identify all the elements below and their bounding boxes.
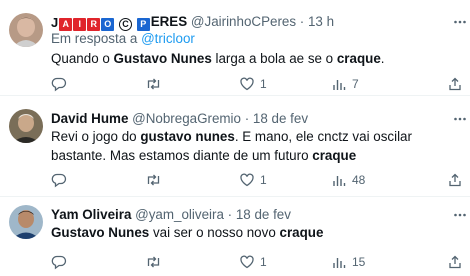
retweet-button[interactable] [145,74,167,94]
separator-dot: · [299,14,305,29]
text-run-bold: Gustavo Nunes [113,51,212,66]
tweet-2[interactable]: David Hume @NobregaGremio · 18 de fev Re… [0,96,470,196]
like-count: 1 [260,255,267,269]
views-count: 7 [352,77,359,91]
share-button[interactable] [447,252,463,272]
retweet-button[interactable] [145,252,167,272]
reply-icon [51,173,67,188]
views-bar-chart-icon [333,80,346,90]
avatar[interactable] [9,13,43,47]
heart-icon [240,255,254,269]
like-button[interactable]: 1 [239,252,267,272]
timestamp[interactable]: 18 de fev [253,111,308,126]
name-letter-badge: C [118,18,132,31]
retweet-icon [147,78,160,90]
like-count: 1 [260,173,267,187]
separator-dot: · [244,111,250,126]
like-button[interactable]: 1 [239,74,267,94]
views-count: 15 [352,255,366,269]
more-icon[interactable] [453,15,467,29]
views-bar-chart-icon [333,258,346,268]
heart-icon [240,173,254,187]
reply-button[interactable] [51,74,72,94]
action-bar: 1 15 [51,252,463,272]
text-run: vai ser o nosso novo [149,225,280,240]
tweet-text: Quando o Gustavo Nunes larga a bola ae s… [51,49,463,68]
tweet-text: Gustavo Nunes vai ser o nosso novo craqu… [51,223,463,242]
avatar[interactable] [9,205,43,239]
share-button[interactable] [447,74,463,94]
reply-icon [51,77,67,92]
share-icon [449,173,461,187]
text-run: Revi o jogo do [51,129,141,144]
reply-button[interactable] [51,252,72,272]
views-button[interactable]: 15 [331,252,365,272]
reply-button[interactable] [51,170,72,190]
text-run-bold: craque [279,225,324,240]
views-button[interactable]: 7 [331,74,359,94]
views-button[interactable]: 48 [331,170,365,190]
share-button[interactable] [447,170,463,190]
like-count: 1 [260,77,267,91]
name-letter-badge: R [87,18,101,31]
name-letter-text: ERES [150,14,188,29]
views-count: 48 [352,173,366,187]
share-icon [449,255,461,269]
name-letter-badge: I [73,18,87,31]
action-bar: 1 48 [51,170,463,190]
author-name[interactable]: Yam Oliveira [51,207,131,222]
text-run: Quando o [51,51,114,66]
tweet-1[interactable]: JAIRO C P ERES @JairinhoCPeres · 13 h Em … [0,0,470,94]
reply-mention-link[interactable]: @tricloor [141,31,195,46]
tweet-header: David Hume @NobregaGremio · 18 de fev [51,111,308,127]
name-letter-badge: A [59,18,73,31]
tweet-header: Yam Oliveira @yam_oliveira · 18 de fev [51,207,291,223]
reply-context: Em resposta a @tricloor [51,31,195,47]
name-letter-badge: P [136,18,150,31]
author-handle[interactable]: @NobregaGremio [132,111,241,126]
action-bar: 1 7 [51,74,463,94]
timestamp[interactable]: 13 h [308,14,334,29]
separator-dot: · [227,207,233,222]
tweet-text: Revi o jogo do gustavo nunes. E mano, el… [51,127,463,165]
retweet-icon [147,174,160,186]
heart-icon [240,77,254,91]
reply-prefix: Em resposta a [51,31,138,46]
reply-icon [51,255,67,270]
author-handle[interactable]: @yam_oliveira [135,207,224,222]
author-handle[interactable]: @JairinhoCPeres [191,14,296,29]
text-run-bold: craque [336,51,381,66]
more-icon[interactable] [453,112,467,126]
retweet-icon [147,256,160,268]
text-run-bold: craque [312,148,357,163]
timestamp[interactable]: 18 de fev [236,207,291,222]
like-button[interactable]: 1 [239,170,267,190]
text-run-bold: gustavo nunes [140,129,235,144]
tweet-3[interactable]: Yam Oliveira @yam_oliveira · 18 de fev G… [0,197,470,276]
views-bar-chart-icon [333,176,346,186]
name-letter-badge: J [51,15,59,30]
author-name[interactable]: JAIRO C P ERES [51,14,191,31]
retweet-button[interactable] [145,170,167,190]
avatar[interactable] [9,109,43,143]
text-run: . [380,51,385,66]
share-icon [449,77,461,91]
more-icon[interactable] [453,208,467,222]
name-letter-badge: O [101,18,115,31]
author-name[interactable]: David Hume [51,111,128,126]
text-run: larga a bola ae se o [211,51,337,66]
text-run-bold: Gustavo Nunes [51,225,150,240]
tweet-header: JAIRO C P ERES @JairinhoCPeres · 13 h [51,14,334,31]
